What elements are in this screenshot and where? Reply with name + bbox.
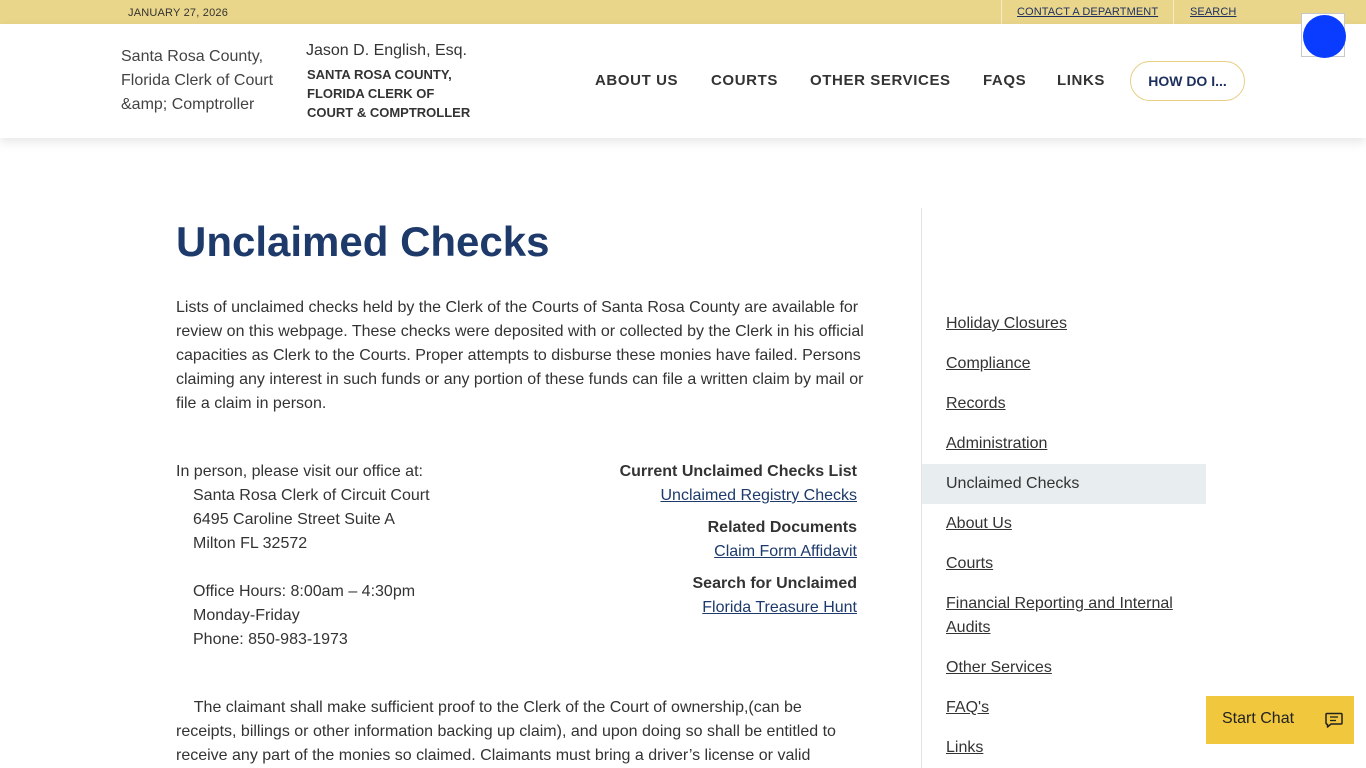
contact-department-link[interactable]: CONTACT A DEPARTMENT (1017, 6, 1158, 18)
sidebar-item-compliance[interactable]: Compliance (946, 352, 1196, 376)
address-line-1: 6495 Caroline Street Suite A (193, 511, 395, 528)
nav-faqs[interactable]: FAQS (983, 72, 1026, 89)
sidebar-item-unclaimed-checks[interactable]: Unclaimed Checks (922, 464, 1206, 504)
page-title: Unclaimed Checks (176, 218, 550, 265)
nav-links[interactable]: LINKS (1057, 72, 1105, 89)
chat-bubble-icon (1325, 712, 1343, 728)
how-do-i-button[interactable]: HOW DO I... (1130, 61, 1245, 101)
office-phone: Phone: 850-983-1973 (193, 631, 348, 648)
utility-bar: JANUARY 27, 2026 CONTACT A DEPARTMENT SE… (0, 0, 1366, 24)
divider (1173, 0, 1174, 24)
unclaimed-registry-link[interactable]: Unclaimed Registry Checks (660, 487, 857, 505)
sidebar-item-holiday-closures[interactable]: Holiday Closures (946, 312, 1196, 336)
search-link[interactable]: SEARCH (1190, 6, 1236, 18)
address-line-2: Milton FL 32572 (193, 535, 308, 552)
nav-courts[interactable]: COURTS (711, 72, 778, 89)
divider (1001, 0, 1002, 24)
nav-other-services[interactable]: OTHER SERVICES (810, 72, 951, 89)
claimant-paragraph: The claimant shall make sufficient proof… (176, 699, 836, 764)
sidebar-item-about-us[interactable]: About Us (946, 512, 1196, 536)
related-documents-heading: Related Documents (707, 519, 857, 536)
sidebar-item-records[interactable]: Records (946, 392, 1196, 416)
office-days: Monday-Friday (193, 607, 300, 624)
treasure-hunt-link[interactable]: Florida Treasure Hunt (702, 599, 857, 617)
site-logo[interactable]: Santa Rosa County, Florida Clerk of Cour… (121, 45, 291, 117)
sidebar-item-faqs[interactable]: FAQ's (946, 696, 1196, 720)
current-list-heading: Current Unclaimed Checks List (619, 463, 857, 480)
current-date: JANUARY 27, 2026 (128, 7, 229, 19)
start-chat-label: Start Chat (1222, 710, 1295, 727)
accessibility-button[interactable] (1301, 13, 1346, 58)
sidebar-item-other-services[interactable]: Other Services (946, 656, 1196, 680)
sidebar-item-courts[interactable]: Courts (946, 552, 1196, 576)
office-name: Santa Rosa Clerk of Circuit Court (193, 487, 430, 504)
site-header: Santa Rosa County, Florida Clerk of Cour… (0, 24, 1366, 138)
claim-form-link[interactable]: Claim Form Affidavit (714, 543, 857, 561)
office-hours: Office Hours: 8:00am – 4:30pm (193, 583, 416, 600)
nav-about-us[interactable]: ABOUT US (595, 72, 678, 89)
start-chat-button[interactable]: Start Chat (1206, 696, 1354, 744)
clerk-name: Jason D. English, Esq. (306, 42, 467, 59)
in-person-label: In person, please visit our office at: (176, 463, 423, 480)
intro-paragraph: Lists of unclaimed checks held by the Cl… (176, 299, 864, 412)
sidebar-item-financial-reporting[interactable]: Financial Reporting and Internal Audits (946, 592, 1196, 640)
sidebar-item-label: Unclaimed Checks (946, 475, 1080, 492)
clerk-office-title: SANTA ROSA COUNTY, FLORIDA CLERK OF COUR… (307, 67, 471, 120)
search-unclaimed-heading: Search for Unclaimed (692, 575, 858, 592)
sidebar-item-administration[interactable]: Administration (946, 432, 1196, 456)
accessibility-icon (1303, 15, 1346, 58)
sidebar-item-links[interactable]: Links (946, 736, 1196, 760)
